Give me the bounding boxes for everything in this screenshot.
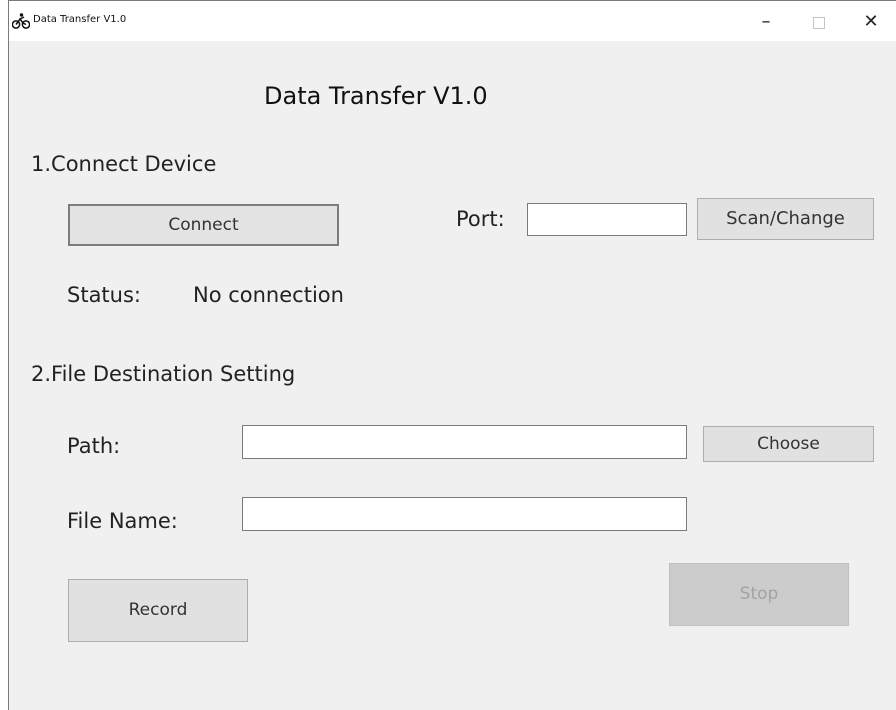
- file-name-input[interactable]: [242, 497, 687, 531]
- window-title: Data Transfer V1.0: [33, 14, 127, 25]
- stop-button[interactable]: Stop: [669, 563, 849, 626]
- port-label: Port:: [456, 207, 505, 231]
- page-title: Data Transfer V1.0: [264, 82, 488, 110]
- status-value: No connection: [193, 283, 344, 307]
- scan-change-button[interactable]: Scan/Change: [697, 198, 874, 240]
- maximize-button[interactable]: [799, 7, 839, 37]
- maximize-icon: [813, 16, 825, 29]
- file-name-label: File Name:: [67, 509, 178, 533]
- title-bar[interactable]: Data Transfer V1.0 – ✕: [9, 1, 896, 41]
- cycling-icon: [12, 13, 30, 29]
- minimize-button[interactable]: –: [746, 7, 786, 37]
- choose-button[interactable]: Choose: [703, 426, 874, 462]
- status-label: Status:: [67, 283, 141, 307]
- file-section-title: 2.File Destination Setting: [31, 362, 296, 386]
- path-input[interactable]: [242, 425, 687, 459]
- close-button[interactable]: ✕: [851, 7, 891, 37]
- port-input[interactable]: [527, 203, 687, 236]
- app-window: Data Transfer V1.0 – ✕ Data Transfer V1.…: [8, 0, 896, 710]
- record-button[interactable]: Record: [68, 579, 248, 642]
- connect-section-title: 1.Connect Device: [31, 152, 217, 176]
- path-label: Path:: [67, 434, 121, 458]
- connect-button[interactable]: Connect: [68, 204, 339, 246]
